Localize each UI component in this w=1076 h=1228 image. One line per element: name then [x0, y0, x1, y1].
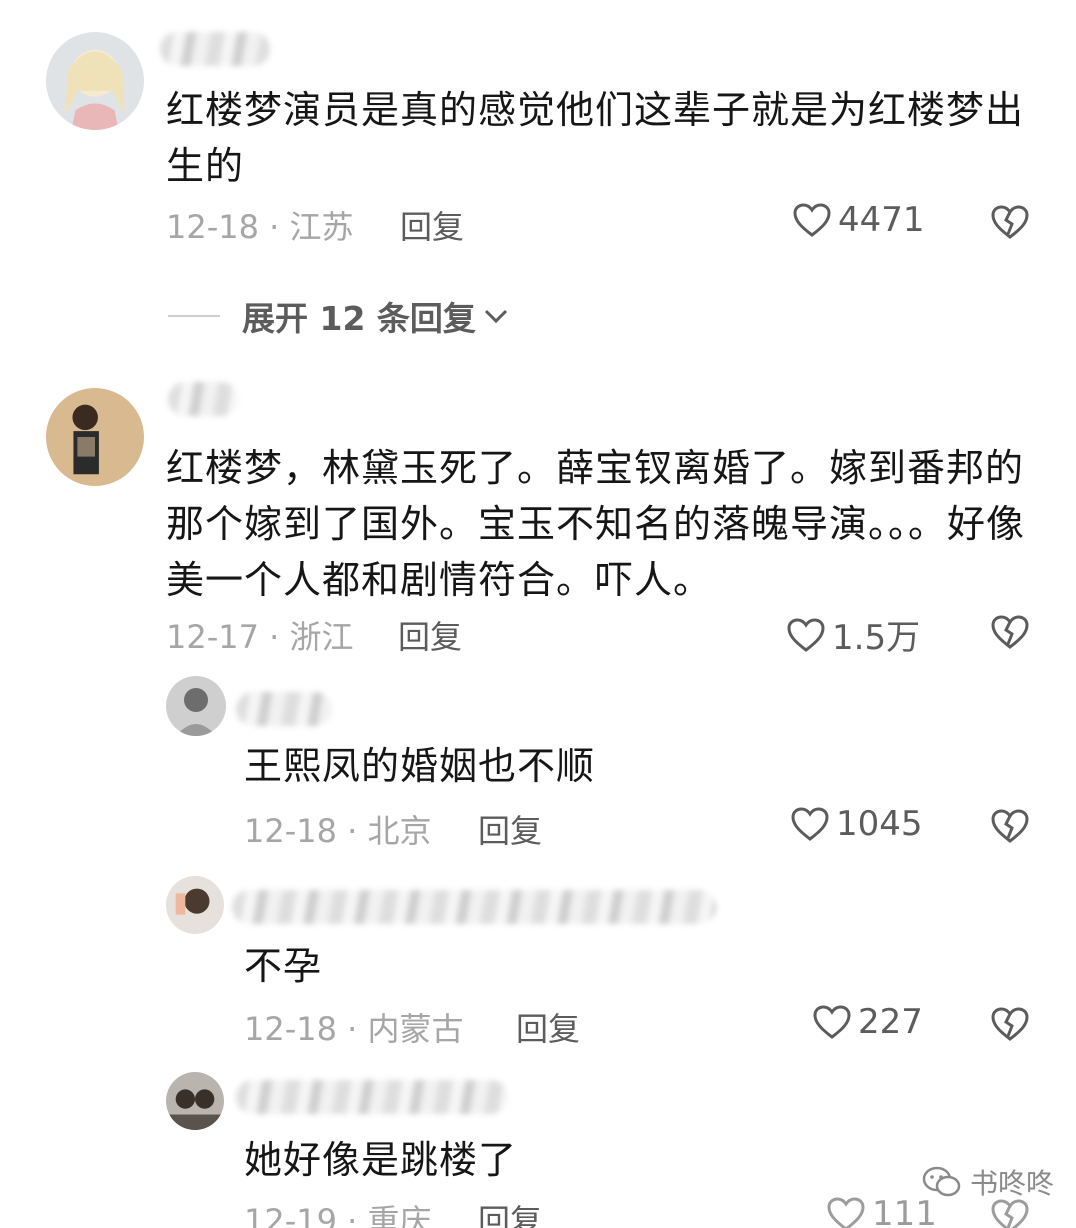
username-blurred[interactable] — [168, 382, 238, 416]
avatar[interactable] — [166, 676, 226, 736]
broken-heart-icon[interactable] — [990, 614, 1030, 650]
heart-outline-icon — [791, 807, 829, 841]
like-count: 1.5万 — [832, 618, 921, 658]
like-button[interactable]: 1.5万 — [786, 610, 920, 659]
avatar-image — [46, 32, 144, 130]
comment-2: 红楼梦，林黛玉死了。薛宝钗离婚了。嫁到番邦的那个嫁到了国外。宝玉不知名的落魄导演… — [0, 370, 1076, 670]
expand-replies-label: 展开 12 条回复 — [242, 299, 476, 338]
reply-text: 不孕 — [244, 944, 323, 988]
reply-text: 她好像是跳楼了 — [244, 1138, 518, 1182]
comment-meta: 12-18 · 江苏 — [166, 208, 354, 246]
heart-outline-icon — [813, 1005, 851, 1039]
avatar-image — [166, 876, 224, 934]
username-blurred[interactable] — [236, 1080, 508, 1114]
like-count: 1045 — [836, 804, 923, 844]
broken-heart-icon[interactable] — [990, 808, 1030, 844]
broken-heart-icon[interactable] — [990, 204, 1030, 240]
like-button[interactable]: 111 — [826, 1194, 937, 1228]
heart-outline-icon — [787, 617, 825, 652]
reply-meta: 12-18 · 内蒙古 — [244, 1010, 464, 1048]
avatar-image — [166, 676, 226, 736]
heart-outline-icon — [827, 1197, 865, 1228]
avatar-image — [46, 388, 144, 486]
reply-button[interactable]: 回复 — [398, 612, 462, 658]
avatar[interactable] — [46, 32, 144, 130]
reply-1: 王熙凤的婚姻也不顺 12-18 · 北京 回复 1045 — [0, 676, 1076, 856]
avatar[interactable] — [166, 1072, 224, 1130]
divider-line — [168, 315, 220, 317]
reply-button[interactable]: 回复 — [478, 1196, 542, 1228]
watermark-text: 书咚咚 — [970, 1167, 1055, 1200]
wechat-icon — [922, 1166, 961, 1197]
reply-meta: 12-18 · 北京 — [244, 812, 432, 850]
username-blurred[interactable] — [160, 32, 270, 66]
comment-1: 红楼梦演员是真的感觉他们这辈子就是为红楼梦出生的 12-18 · 江苏 回复 4… — [0, 0, 1076, 260]
like-button[interactable]: 1045 — [790, 804, 923, 844]
comment-meta: 12-17 · 浙江 — [166, 618, 354, 656]
username-blurred[interactable] — [232, 890, 716, 924]
like-count: 4471 — [838, 200, 925, 240]
heart-outline-icon — [793, 203, 831, 237]
like-button[interactable]: 4471 — [792, 200, 925, 240]
reply-button[interactable]: 回复 — [478, 806, 542, 852]
reply-button[interactable]: 回复 — [400, 202, 464, 248]
comment-text: 红楼梦演员是真的感觉他们这辈子就是为红楼梦出生的 — [166, 88, 1025, 188]
reply-meta: 12-19 · 重庆 — [244, 1202, 432, 1228]
watermark: 书咚咚 — [922, 1162, 1054, 1202]
reply-button[interactable]: 回复 — [516, 1004, 580, 1050]
expand-replies-button[interactable]: 展开 12 条回复 — [168, 292, 510, 340]
like-button[interactable]: 227 — [812, 1002, 923, 1042]
broken-heart-icon[interactable] — [990, 1198, 1030, 1228]
avatar[interactable] — [166, 876, 224, 934]
chevron-down-icon — [484, 309, 507, 324]
comment-text: 红楼梦，林黛玉死了。薛宝钗离婚了。嫁到番邦的那个嫁到了国外。宝玉不知名的落魄导演… — [166, 446, 1026, 602]
username-blurred[interactable] — [236, 692, 332, 726]
avatar-image — [166, 1072, 224, 1130]
like-count: 227 — [858, 1002, 923, 1042]
avatar[interactable] — [46, 388, 144, 486]
reply-3: 她好像是跳楼了 12-19 · 重庆 回复 111 — [0, 1072, 1076, 1228]
broken-heart-icon[interactable] — [990, 1006, 1030, 1042]
reply-text: 王熙凤的婚姻也不顺 — [244, 744, 596, 788]
reply-2: 不孕 12-18 · 内蒙古 回复 227 — [0, 876, 1076, 1056]
